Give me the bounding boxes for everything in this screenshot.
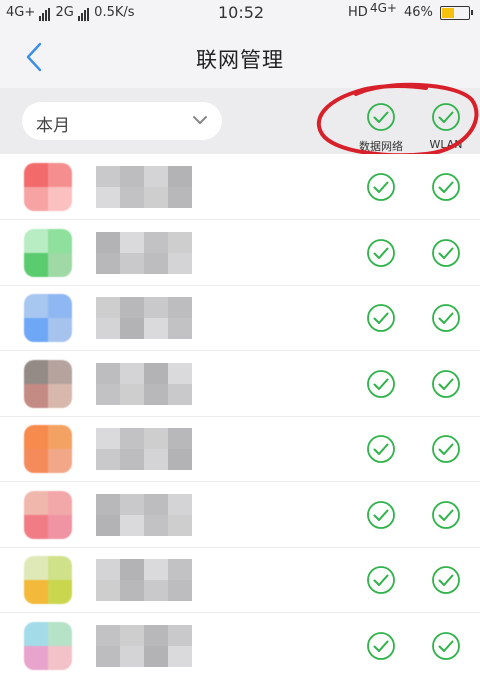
check-circle-icon xyxy=(367,566,395,594)
app-icon xyxy=(24,294,72,342)
check-circle-icon xyxy=(367,435,395,463)
check-circle-icon xyxy=(432,566,460,594)
app-row xyxy=(0,416,480,482)
app-icon xyxy=(24,490,72,539)
battery-percent: 46% xyxy=(404,5,433,20)
app-name xyxy=(96,297,192,339)
period-dropdown[interactable]: 本月 xyxy=(22,102,222,140)
network-type: 4G+ xyxy=(6,5,36,20)
wlan-toggle[interactable] xyxy=(431,434,461,464)
check-circle-icon xyxy=(432,238,460,267)
app-name xyxy=(96,362,192,405)
app-icon xyxy=(24,359,72,408)
filter-row: 本月 数据网络 WLAN xyxy=(0,88,480,154)
mobile-data-toggle[interactable] xyxy=(366,172,396,202)
check-circle-icon xyxy=(367,304,395,332)
battery-fill xyxy=(442,8,454,18)
check-circle-icon xyxy=(432,435,460,463)
wlan-toggle[interactable] xyxy=(431,500,461,530)
check-circle-icon xyxy=(432,631,460,660)
battery-icon xyxy=(440,6,473,20)
app-row xyxy=(0,220,480,286)
wlan-toggle[interactable] xyxy=(431,238,461,268)
check-circle-icon xyxy=(367,500,395,529)
check-circle-icon xyxy=(367,369,395,398)
column-header-mobile-data[interactable]: 数据网络 xyxy=(346,102,416,154)
check-all-icon xyxy=(432,103,460,131)
signal-icon-sim2 xyxy=(78,6,90,21)
network-speed: 0.5K/s xyxy=(94,5,135,20)
column-label-wlan: WLAN xyxy=(429,138,463,151)
network-type-sim2: 2G xyxy=(55,5,74,20)
check-circle-icon xyxy=(367,631,395,660)
app-icon xyxy=(24,425,72,473)
app-icon xyxy=(24,621,72,670)
app-list xyxy=(0,154,480,675)
mobile-data-toggle[interactable] xyxy=(366,631,396,661)
network-type-right: 4G+ xyxy=(370,1,397,15)
mobile-data-toggle[interactable] xyxy=(366,369,396,399)
column-header-wlan[interactable]: WLAN xyxy=(411,102,480,151)
wlan-toggle[interactable] xyxy=(431,565,461,595)
app-icon xyxy=(24,228,72,277)
app-row xyxy=(0,613,480,675)
check-circle-icon xyxy=(432,369,460,398)
check-circle-icon xyxy=(432,500,460,529)
app-row xyxy=(0,285,480,351)
column-label-mobile-data: 数据网络 xyxy=(359,140,403,153)
app-icon xyxy=(24,556,72,604)
check-circle-icon xyxy=(367,173,395,201)
mobile-data-toggle[interactable] xyxy=(366,565,396,595)
network-indicator: 4G+ 2G 0.5K/s xyxy=(6,5,135,21)
wlan-toggle[interactable] xyxy=(431,369,461,399)
signal-icon xyxy=(39,6,51,21)
chevron-down-icon xyxy=(193,116,207,124)
wlan-toggle[interactable] xyxy=(431,631,461,661)
app-row xyxy=(0,547,480,613)
app-row xyxy=(0,482,480,548)
app-name xyxy=(96,166,192,208)
app-icon xyxy=(24,163,72,211)
wlan-toggle[interactable] xyxy=(431,303,461,333)
app-name xyxy=(96,428,192,470)
app-name xyxy=(96,493,192,536)
app-name xyxy=(96,624,192,667)
clock: 10:52 xyxy=(218,3,265,22)
nav-bar: 联网管理 xyxy=(0,26,480,88)
app-name xyxy=(96,559,192,601)
mobile-data-toggle[interactable] xyxy=(366,500,396,530)
app-name xyxy=(96,231,192,274)
status-bar: 4G+ 2G 0.5K/s 10:52 HD 4G+ 46% xyxy=(0,0,480,26)
wlan-toggle[interactable] xyxy=(431,172,461,202)
app-row xyxy=(0,351,480,417)
mobile-data-toggle[interactable] xyxy=(366,303,396,333)
check-circle-icon xyxy=(432,173,460,201)
mobile-data-toggle[interactable] xyxy=(366,434,396,464)
app-row xyxy=(0,154,480,220)
period-label: 本月 xyxy=(36,116,70,136)
check-all-icon xyxy=(367,103,395,131)
check-circle-icon xyxy=(367,238,395,267)
mobile-data-toggle[interactable] xyxy=(366,238,396,268)
check-circle-icon xyxy=(432,304,460,332)
hd-indicator: HD xyxy=(348,5,368,20)
page-title: 联网管理 xyxy=(196,48,284,72)
